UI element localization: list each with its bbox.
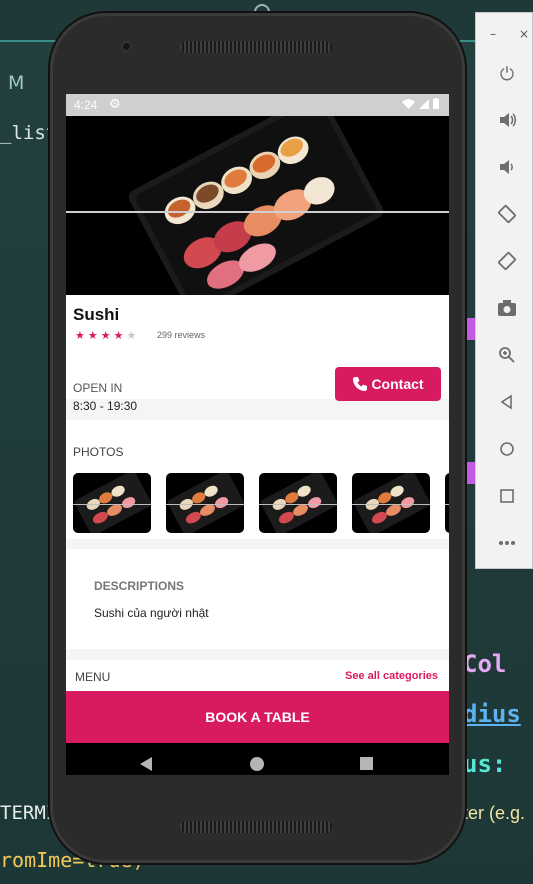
restaurant-name: Sushi	[73, 305, 120, 324]
rotate-left-icon[interactable]	[496, 203, 518, 225]
ide-terminal-tab[interactable]: TERMI	[0, 802, 57, 824]
status-icons	[402, 98, 439, 109]
power-icon[interactable]: ⏻	[496, 63, 518, 85]
star-icon: ★	[100, 329, 111, 342]
ide-tab-label[interactable]: M	[8, 72, 24, 94]
rating-stars: ★ ★ ★ ★ ★	[75, 329, 136, 342]
descriptions-label: DESCRIPTIONS	[94, 579, 185, 593]
opening-hours: 8:30 - 19:30	[73, 399, 138, 413]
rotate-right-icon[interactable]	[496, 250, 518, 272]
battery-icon	[433, 98, 439, 109]
book-table-button[interactable]: BOOK A TABLE	[66, 691, 449, 743]
minimize-button[interactable]: –	[490, 27, 496, 41]
menu-label: MENU	[75, 670, 111, 684]
nav-recent-apps-icon[interactable]	[360, 757, 373, 770]
front-camera	[121, 41, 132, 52]
app-screen: 4:24 ⚙ Sushi ★ ★ ★ ★ ★ 299 reviews OPEN …	[66, 94, 449, 775]
nav-back-icon[interactable]	[140, 757, 152, 771]
descriptions-card	[66, 549, 449, 649]
settings-gear-icon: ⚙	[109, 96, 121, 111]
home-icon[interactable]	[496, 438, 518, 460]
image-divider-line	[66, 211, 449, 213]
signal-icon	[419, 98, 429, 109]
ide-hint-fragment: ter (e.g.	[463, 803, 526, 823]
ide-code-fragment-col: Col	[463, 650, 507, 678]
status-time: 4:24	[74, 98, 98, 112]
wifi-icon	[402, 98, 415, 109]
android-nav-bar	[66, 743, 449, 775]
photo-thumbnail[interactable]	[445, 473, 449, 533]
photo-thumbnail[interactable]	[352, 473, 430, 533]
open-in-label: OPEN IN	[73, 381, 123, 395]
phone-frame: 4:24 ⚙ Sushi ★ ★ ★ ★ ★ 299 reviews OPEN …	[50, 13, 465, 863]
photo-thumbnail[interactable]	[259, 473, 337, 533]
status-bar: 4:24 ⚙	[66, 94, 449, 116]
ide-code-fragment-us: us:	[463, 750, 507, 778]
volume-down-icon[interactable]	[496, 156, 518, 178]
description-text: Sushi của người nhật	[94, 606, 209, 620]
volume-up-icon[interactable]	[496, 109, 518, 131]
back-icon[interactable]	[496, 391, 518, 413]
zoom-icon[interactable]	[496, 344, 518, 366]
nav-home-icon[interactable]	[250, 757, 264, 771]
ide-code-mark	[465, 462, 475, 484]
star-icon: ★	[87, 329, 98, 342]
top-speaker	[180, 41, 332, 53]
photos-label: PHOTOS	[73, 445, 124, 459]
star-icon: ★	[113, 329, 124, 342]
thumbnail-divider	[73, 504, 151, 505]
star-icon: ★	[75, 329, 85, 342]
photo-thumbnail[interactable]	[166, 473, 244, 533]
overview-icon[interactable]	[496, 485, 518, 507]
star-empty-icon: ★	[126, 329, 137, 342]
close-button[interactable]: ×	[519, 27, 529, 41]
ide-code-mark	[465, 318, 475, 340]
review-count[interactable]: 299 reviews	[157, 330, 205, 340]
see-all-categories-link[interactable]: See all categories	[345, 670, 438, 682]
camera-icon[interactable]	[496, 297, 518, 319]
contact-button[interactable]: Contact	[335, 367, 441, 401]
thumbnail-divider	[259, 504, 337, 505]
sushi-photo	[66, 116, 449, 295]
phone-icon	[353, 377, 368, 391]
photo-thumbnail[interactable]	[73, 473, 151, 533]
contact-button-label: Contact	[371, 376, 424, 392]
thumbnail-divider	[445, 504, 449, 505]
hero-image	[66, 116, 449, 295]
thumbnail-divider	[166, 504, 244, 505]
more-icon[interactable]	[496, 532, 518, 554]
emulator-control-panel: – × ⏻	[475, 12, 533, 569]
thumbnail-divider	[352, 504, 430, 505]
bottom-speaker	[180, 821, 332, 833]
ide-code-fragment-dius: dius	[463, 700, 521, 728]
